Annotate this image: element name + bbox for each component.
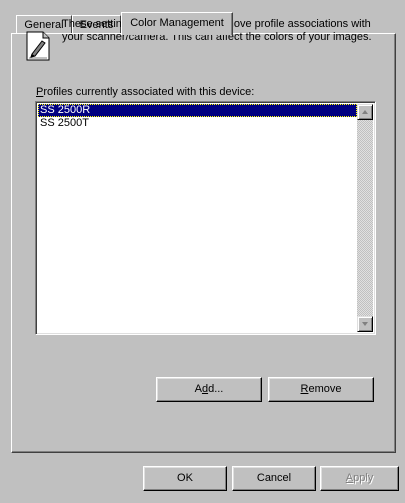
arrow-up-icon <box>362 110 368 114</box>
add-label-pre: A <box>194 383 202 395</box>
color-management-dialog: General Events Color Management These se… <box>0 0 405 503</box>
scroll-down-button[interactable] <box>357 316 373 332</box>
add-label-post: d... <box>208 383 224 395</box>
cancel-button[interactable]: Cancel <box>232 466 316 491</box>
ok-button[interactable]: OK <box>143 466 227 491</box>
tab-color-management[interactable]: Color Management <box>121 12 233 35</box>
profile-item-ss-2500r[interactable]: SS 2500R <box>38 104 357 117</box>
profiles-list-label: Profiles currently associated with this … <box>36 86 254 98</box>
scroll-up-button[interactable] <box>357 104 373 120</box>
remove-label-rest: emove <box>308 383 342 395</box>
profiles-label-text: rofiles currently associated with this d… <box>43 86 255 98</box>
profile-item-ss-2500t[interactable]: SS 2500T <box>38 117 357 130</box>
apply-button[interactable]: Apply <box>320 466 399 491</box>
apply-label-rest: pply <box>353 472 374 484</box>
vertical-scrollbar[interactable] <box>357 104 373 332</box>
profiles-list-items: SS 2500R SS 2500T <box>38 104 357 130</box>
add-button[interactable]: Add... <box>156 377 262 402</box>
arrow-down-icon <box>362 322 368 326</box>
remove-button[interactable]: Remove <box>268 377 374 402</box>
apply-label-mnemonic: A <box>345 472 354 484</box>
document-pen-icon <box>23 30 55 62</box>
profiles-listbox[interactable]: SS 2500R SS 2500T <box>35 101 376 335</box>
